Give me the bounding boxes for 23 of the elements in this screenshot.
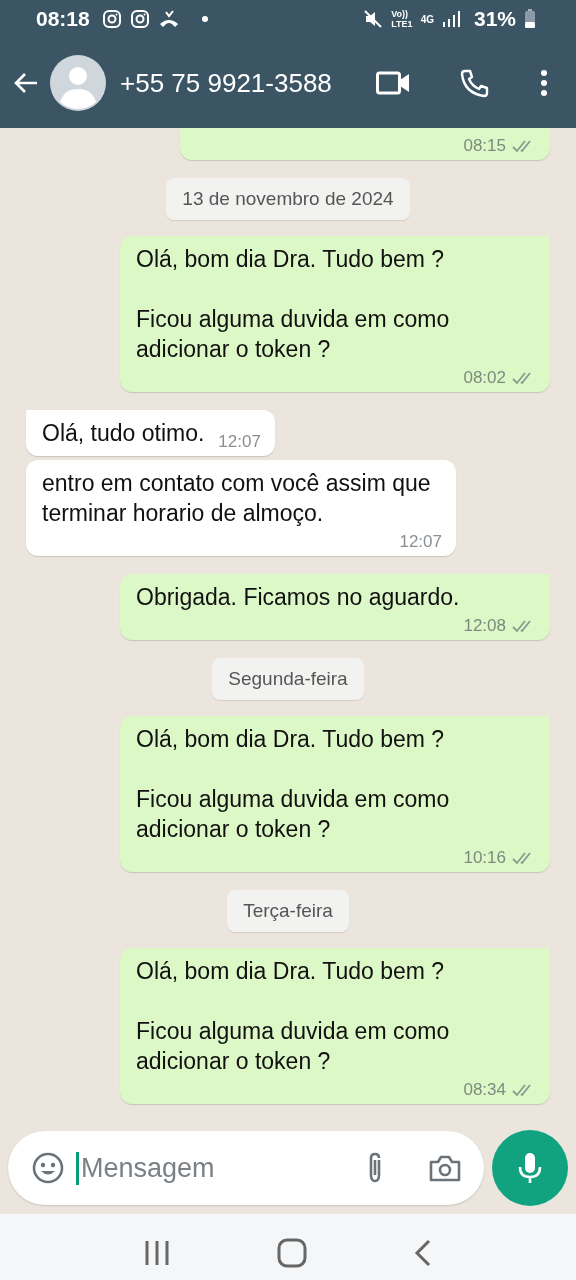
contact-name[interactable]: +55 75 9921-3588 <box>120 67 366 99</box>
volte-label: Vo)) <box>391 9 410 19</box>
message-text: Obrigada. Ficamos no aguardo. <box>136 583 460 612</box>
lte-label: LTE1 <box>391 19 413 29</box>
message-time: 08:15 <box>463 136 506 156</box>
message-time: 12:07 <box>218 432 261 452</box>
date-chip: Segunda-feira <box>212 658 364 700</box>
message-text: Olá, tudo otimo. <box>42 419 205 448</box>
battery-level: 31% <box>473 7 516 31</box>
message-time: 08:34 <box>463 1080 506 1100</box>
message-text: Olá, bom dia Dra. Tudo bem ? Ficou alguma duvida em como adicionar o token ? <box>136 725 451 844</box>
message-time: 08:02 <box>463 368 506 388</box>
date-chip: Terça-feira <box>227 890 349 932</box>
message-time: 10:16 <box>463 848 506 868</box>
message-field[interactable]: Mensagem <box>8 1131 484 1205</box>
message-text: entro em contato com você assim que terminar horario de almoço. <box>42 469 432 528</box>
message-time: 12:08 <box>463 616 506 636</box>
network-label: 4G <box>420 13 434 25</box>
message-text: Olá, bom dia Dra. Tudo bem ? Ficou alguma duvida em como adicionar o token ? <box>136 957 451 1076</box>
message-time: 12:07 <box>399 532 442 552</box>
date-chip: 13 de novembro de 2024 <box>166 178 410 220</box>
message-text: Olá, bom dia Dra. Tudo bem ? Ficou alguma duvida em como adicionar o token ? <box>136 245 451 364</box>
clock: 08:18 <box>36 7 90 31</box>
